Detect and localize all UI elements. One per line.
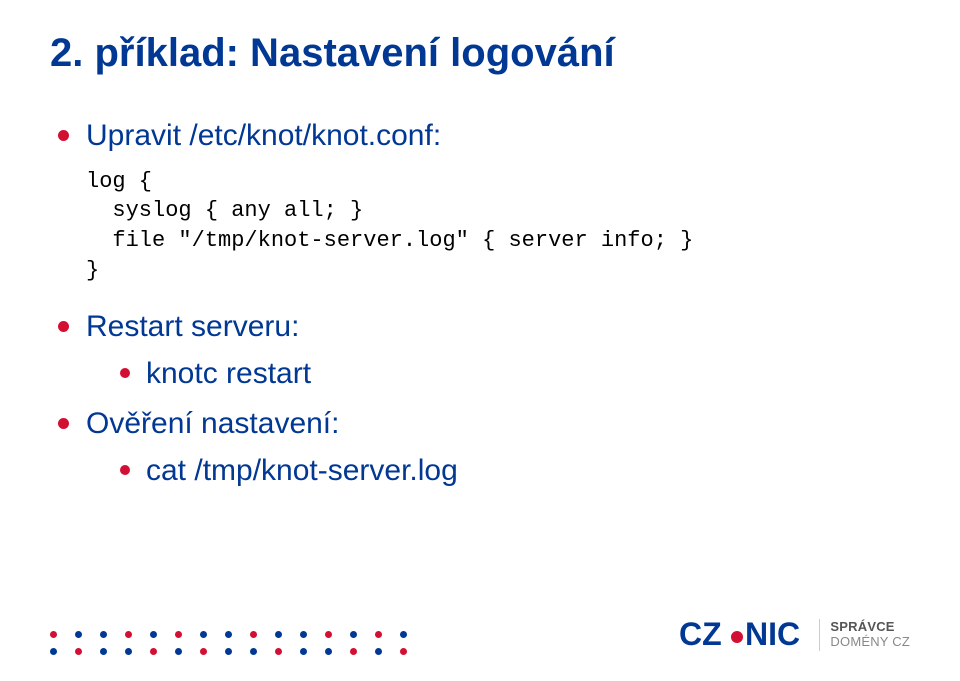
sub-bullet-knotc: knotc restart <box>120 354 910 395</box>
sub-bullet-cat: cat /tmp/knot-server.log <box>120 451 910 492</box>
sub-bullet-label: cat /tmp/knot-server.log <box>146 454 458 487</box>
bullet-verify: Ověření nastavení: cat /tmp/knot-server.… <box>58 404 910 491</box>
bullet-restart: Restart serveru: knotc restart <box>58 307 910 394</box>
logo-tagline: SPRÁVCE DOMÉNY CZ <box>830 620 910 650</box>
code-block: log { syslog { any all; } file "/tmp/kno… <box>86 167 910 286</box>
logo-divider <box>819 619 820 651</box>
bullet-label: Restart serveru: <box>86 310 299 343</box>
logo-line2: DOMÉNY CZ <box>830 635 910 650</box>
svg-text:CZ: CZ <box>679 616 722 652</box>
svg-text:NIC: NIC <box>745 616 800 652</box>
dots-pattern <box>50 631 407 655</box>
slide: 2. příklad: Nastavení logování Upravit /… <box>0 0 960 681</box>
sub-bullet-label: knotc restart <box>146 357 311 390</box>
slide-content: Upravit /etc/knot/knot.conf: log { syslo… <box>50 116 910 491</box>
slide-footer: CZ NIC SPRÁVCE DOMÉNY CZ <box>50 615 910 655</box>
bullet-label: Ověření nastavení: <box>86 407 339 440</box>
slide-title: 2. příklad: Nastavení logování <box>50 30 910 76</box>
logo-line1: SPRÁVCE <box>830 620 910 635</box>
bullet-edit-conf: Upravit /etc/knot/knot.conf: <box>58 116 910 157</box>
cznic-logo-icon: CZ NIC <box>679 615 809 655</box>
logo: CZ NIC SPRÁVCE DOMÉNY CZ <box>679 615 910 655</box>
bullet-label: Upravit /etc/knot/knot.conf: <box>86 119 441 152</box>
